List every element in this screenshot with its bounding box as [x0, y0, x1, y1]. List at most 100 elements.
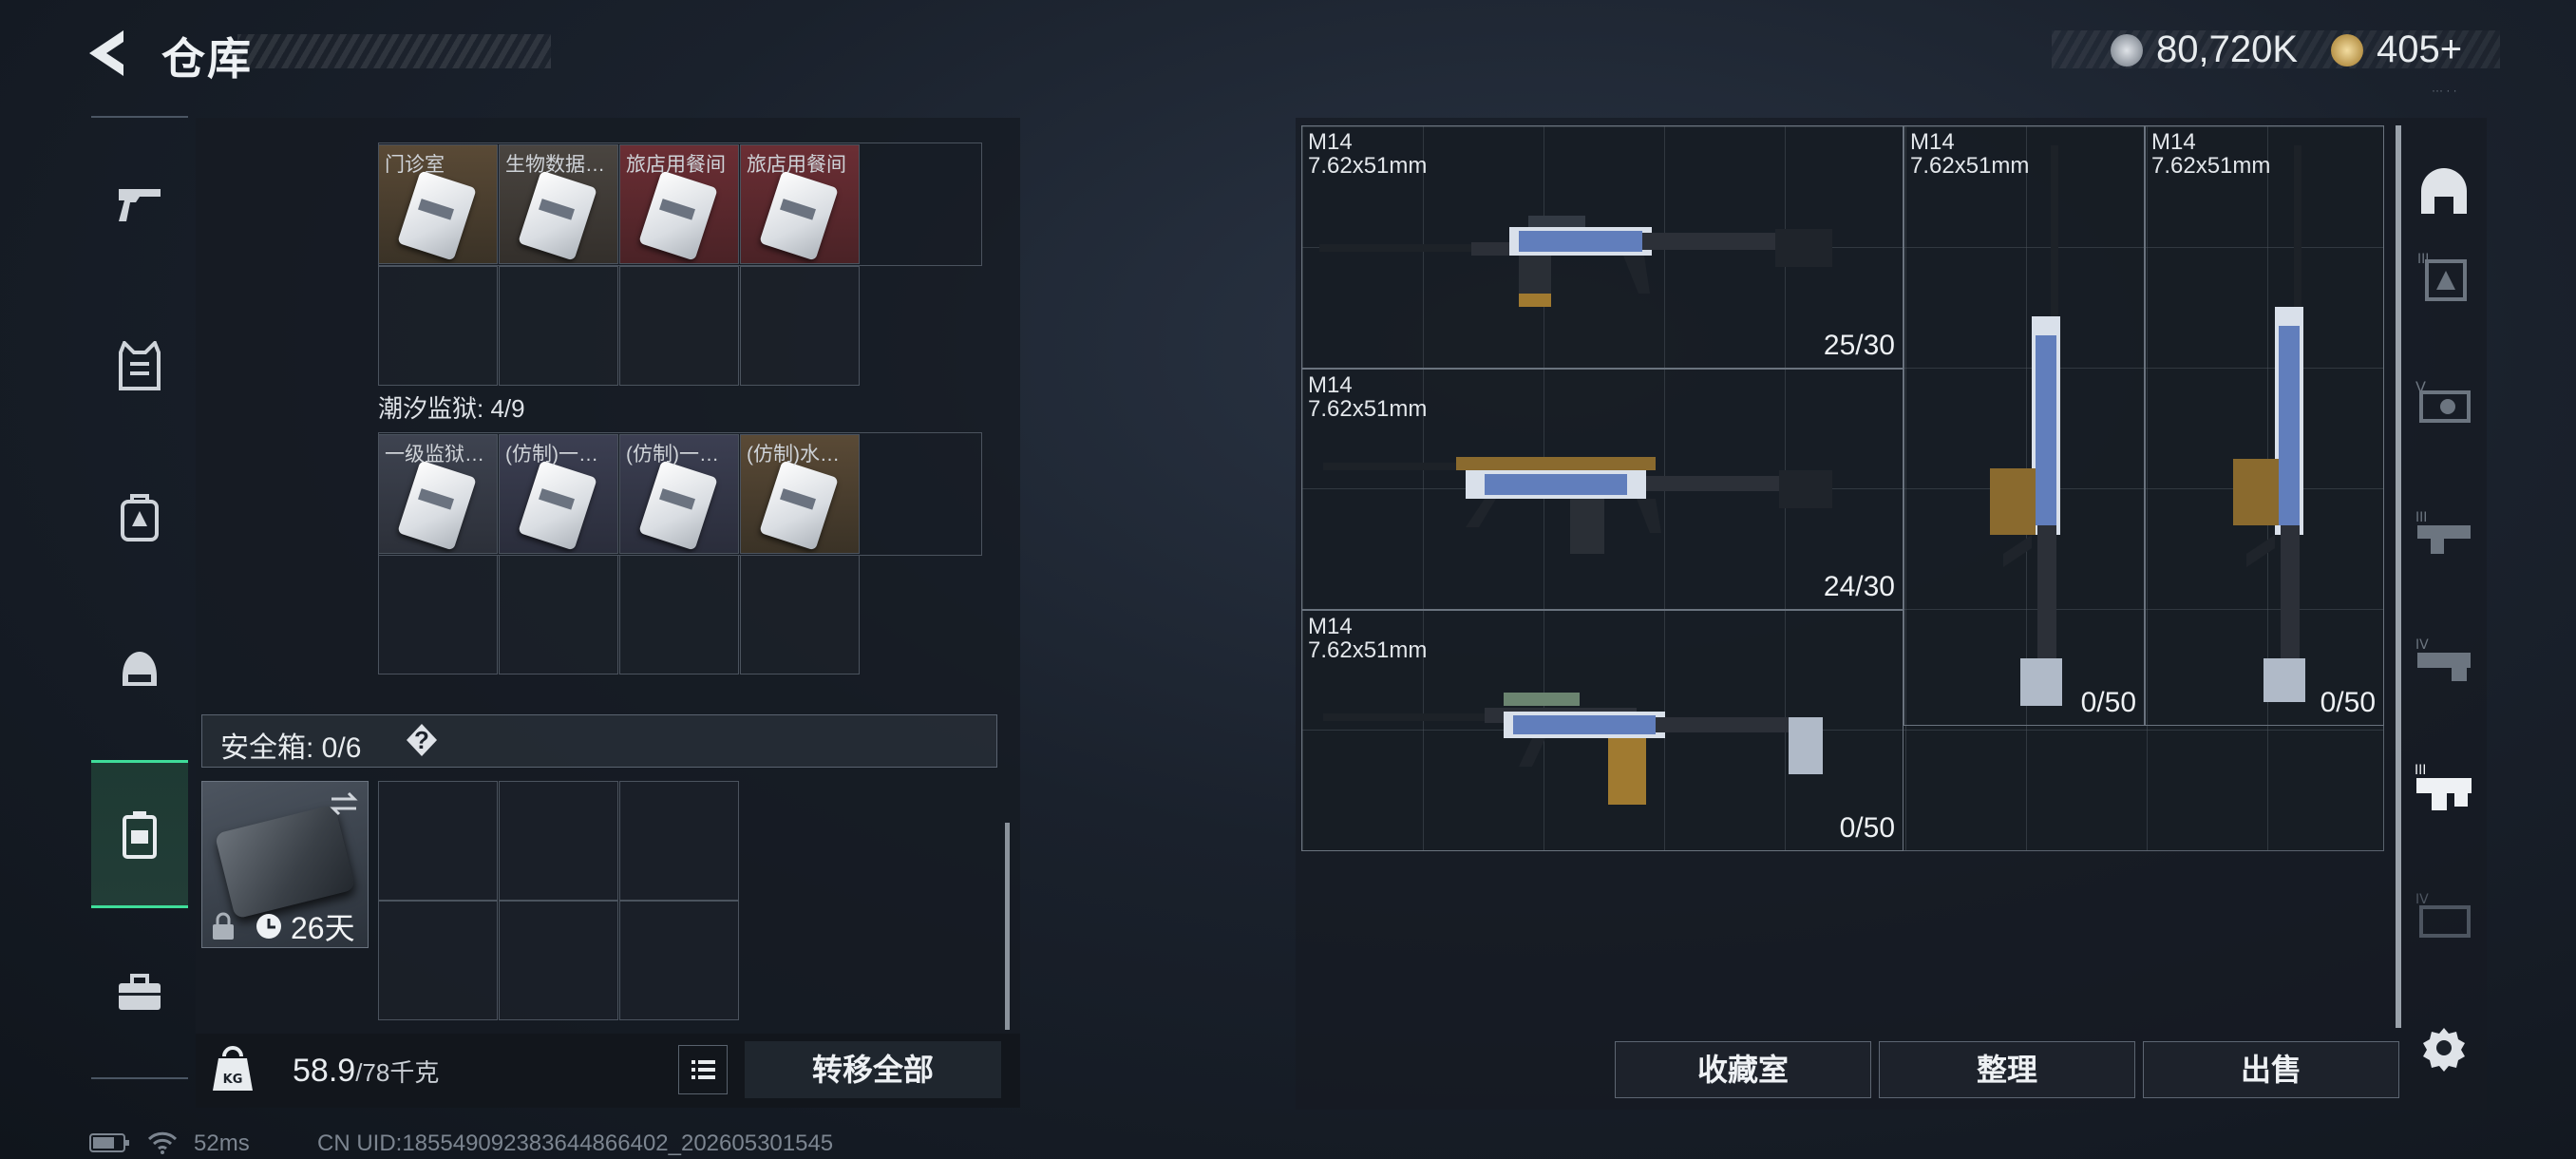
ammo-count: 0/50: [2320, 687, 2376, 718]
keycard-image: [518, 170, 597, 261]
weapon-slot[interactable]: M14 7.62x51mm 0/50: [2145, 125, 2384, 726]
uid-text: CN UID:185549092383644866402_20260530154…: [317, 1130, 834, 1156]
gold-coin-icon: [2331, 34, 2363, 66]
right-nav-armor-v[interactable]: V: [2403, 363, 2485, 445]
back-arrow-icon[interactable]: [85, 27, 131, 80]
right-nav-gun-iv[interactable]: IV: [2403, 619, 2485, 701]
settings-gear-icon[interactable]: [2420, 1024, 2468, 1072]
sell-button[interactable]: 出售: [2143, 1041, 2399, 1098]
nav-divider: [91, 1077, 188, 1079]
item-label: 生物数据…: [505, 154, 605, 176]
organize-button[interactable]: 整理: [1879, 1041, 2135, 1098]
weapon-slot[interactable]: M14 7.62x51mm 0/50: [1904, 125, 2145, 726]
storage-item[interactable]: (仿制)水…: [740, 434, 860, 554]
weight-value: 58.9: [293, 1053, 356, 1089]
weapon-slot[interactable]: M14 7.62x51mm 25/30: [1301, 125, 1904, 369]
keycard-image: [759, 460, 839, 551]
collection-room-button[interactable]: 收藏室: [1615, 1041, 1871, 1098]
item-label: 一级监狱…: [385, 444, 484, 466]
empty-slot[interactable]: [619, 266, 739, 386]
empty-slot[interactable]: [619, 901, 739, 1020]
weapon-slot[interactable]: M14 7.62x51mm 0/50: [1301, 610, 1904, 851]
storage-item[interactable]: 旅店用餐间: [619, 144, 739, 264]
svg-text:IV: IV: [2415, 892, 2429, 907]
nav-item-toolbox[interactable]: [91, 922, 188, 1064]
gun-iv-icon: IV: [2415, 637, 2471, 681]
swap-icon: [330, 791, 358, 816]
battery-icon: [89, 1133, 129, 1152]
ammo-count: 0/50: [2080, 687, 2136, 718]
empty-slot[interactable]: [499, 555, 618, 674]
weapon-caliber: 7.62x51mm: [1308, 153, 1428, 179]
right-nav-gun-iii[interactable]: III: [2403, 492, 2485, 574]
armor-iii-icon: III: [2417, 252, 2467, 301]
ammo-count: 25/30: [1823, 330, 1895, 361]
page-title: 仓库: [161, 33, 253, 85]
storage-scrollbar[interactable]: [1005, 823, 1010, 1030]
svg-text:III: III: [2415, 510, 2427, 525]
nav-item-safe-case[interactable]: [91, 760, 188, 908]
empty-slot[interactable]: [740, 555, 860, 674]
right-nav-helmet-slot[interactable]: [2403, 150, 2485, 232]
empty-slot[interactable]: [499, 901, 618, 1020]
toolbox-icon: [119, 974, 161, 1010]
m14-rifle-image: [1323, 693, 1823, 805]
storage-item[interactable]: 旅店用餐间: [740, 144, 860, 264]
storage-item[interactable]: 生物数据…: [499, 144, 618, 264]
armor-v-icon: V: [2415, 378, 2471, 423]
gold-amount[interactable]: 405+: [2377, 28, 2462, 71]
lock-icon: [213, 912, 234, 940]
weapon-caliber: 7.62x51mm: [1308, 637, 1428, 663]
right-nav-gun-active[interactable]: III: [2403, 747, 2485, 828]
empty-slot[interactable]: [619, 781, 739, 901]
nav-item-weapons[interactable]: [91, 133, 188, 276]
gun-iii-icon: III: [2415, 510, 2471, 554]
empty-slot[interactable]: [740, 266, 860, 386]
nav-item-helmet[interactable]: [91, 598, 188, 741]
storage-item[interactable]: (仿制)一…: [499, 434, 618, 554]
weapon-name: M14: [1308, 372, 1353, 398]
keycard-image: [518, 460, 597, 551]
list-view-button[interactable]: [678, 1045, 728, 1094]
storage-item[interactable]: 一级监狱…: [378, 434, 498, 554]
empty-slot[interactable]: [619, 555, 739, 674]
empty-slot[interactable]: [499, 781, 618, 901]
keycard-image: [638, 170, 718, 261]
keycard-image: [759, 170, 839, 261]
storage-item[interactable]: 门诊室: [378, 144, 498, 264]
nav-item-vest[interactable]: [91, 294, 188, 437]
right-nav-armor-iii[interactable]: III: [2403, 236, 2485, 317]
ammo-count: 0/50: [1839, 812, 1895, 844]
backpack-icon: [121, 494, 159, 542]
weapon-name: M14: [1910, 129, 1955, 155]
weapon-caliber: 7.62x51mm: [1308, 396, 1428, 422]
keycard-image: [397, 460, 477, 551]
safe-case-icon: [123, 811, 157, 859]
nav-item-backpack[interactable]: [91, 446, 188, 589]
empty-slot[interactable]: [378, 266, 498, 386]
item-label: (仿制)一…: [505, 444, 598, 466]
right-nav-gun-dim[interactable]: IV: [2403, 874, 2485, 956]
empty-slot[interactable]: [378, 555, 498, 674]
empty-slot[interactable]: [378, 901, 498, 1020]
helmet-slot-icon: [2421, 168, 2467, 214]
weight-icon: KG: [213, 1046, 253, 1091]
item-label: 门诊室: [385, 154, 445, 176]
item-label: 旅店用餐间: [747, 154, 846, 176]
keycard-image: [397, 170, 477, 261]
empty-slot[interactable]: [499, 266, 618, 386]
title-decoration: [237, 34, 551, 68]
storage-item[interactable]: (仿制)一…: [619, 434, 739, 554]
weapon-slot[interactable]: M14 7.62x51mm 24/30: [1301, 369, 1904, 610]
weight-total: /78千克: [355, 1058, 440, 1087]
svg-text:IV: IV: [2415, 637, 2429, 653]
ammo-count: 24/30: [1823, 571, 1895, 602]
weapon-scrollbar[interactable]: [2396, 125, 2401, 1028]
empty-slot[interactable]: [378, 781, 498, 901]
section-title: 潮汐监狱: 4/9: [378, 394, 525, 423]
weight-display: 58.9/78千克: [293, 1053, 439, 1090]
item-label: (仿制)一…: [626, 444, 719, 466]
gun-iv-dim-icon: IV: [2415, 892, 2471, 938]
transfer-all-button[interactable]: 转移全部: [745, 1041, 1001, 1098]
weapon-name: M14: [2151, 129, 2196, 155]
